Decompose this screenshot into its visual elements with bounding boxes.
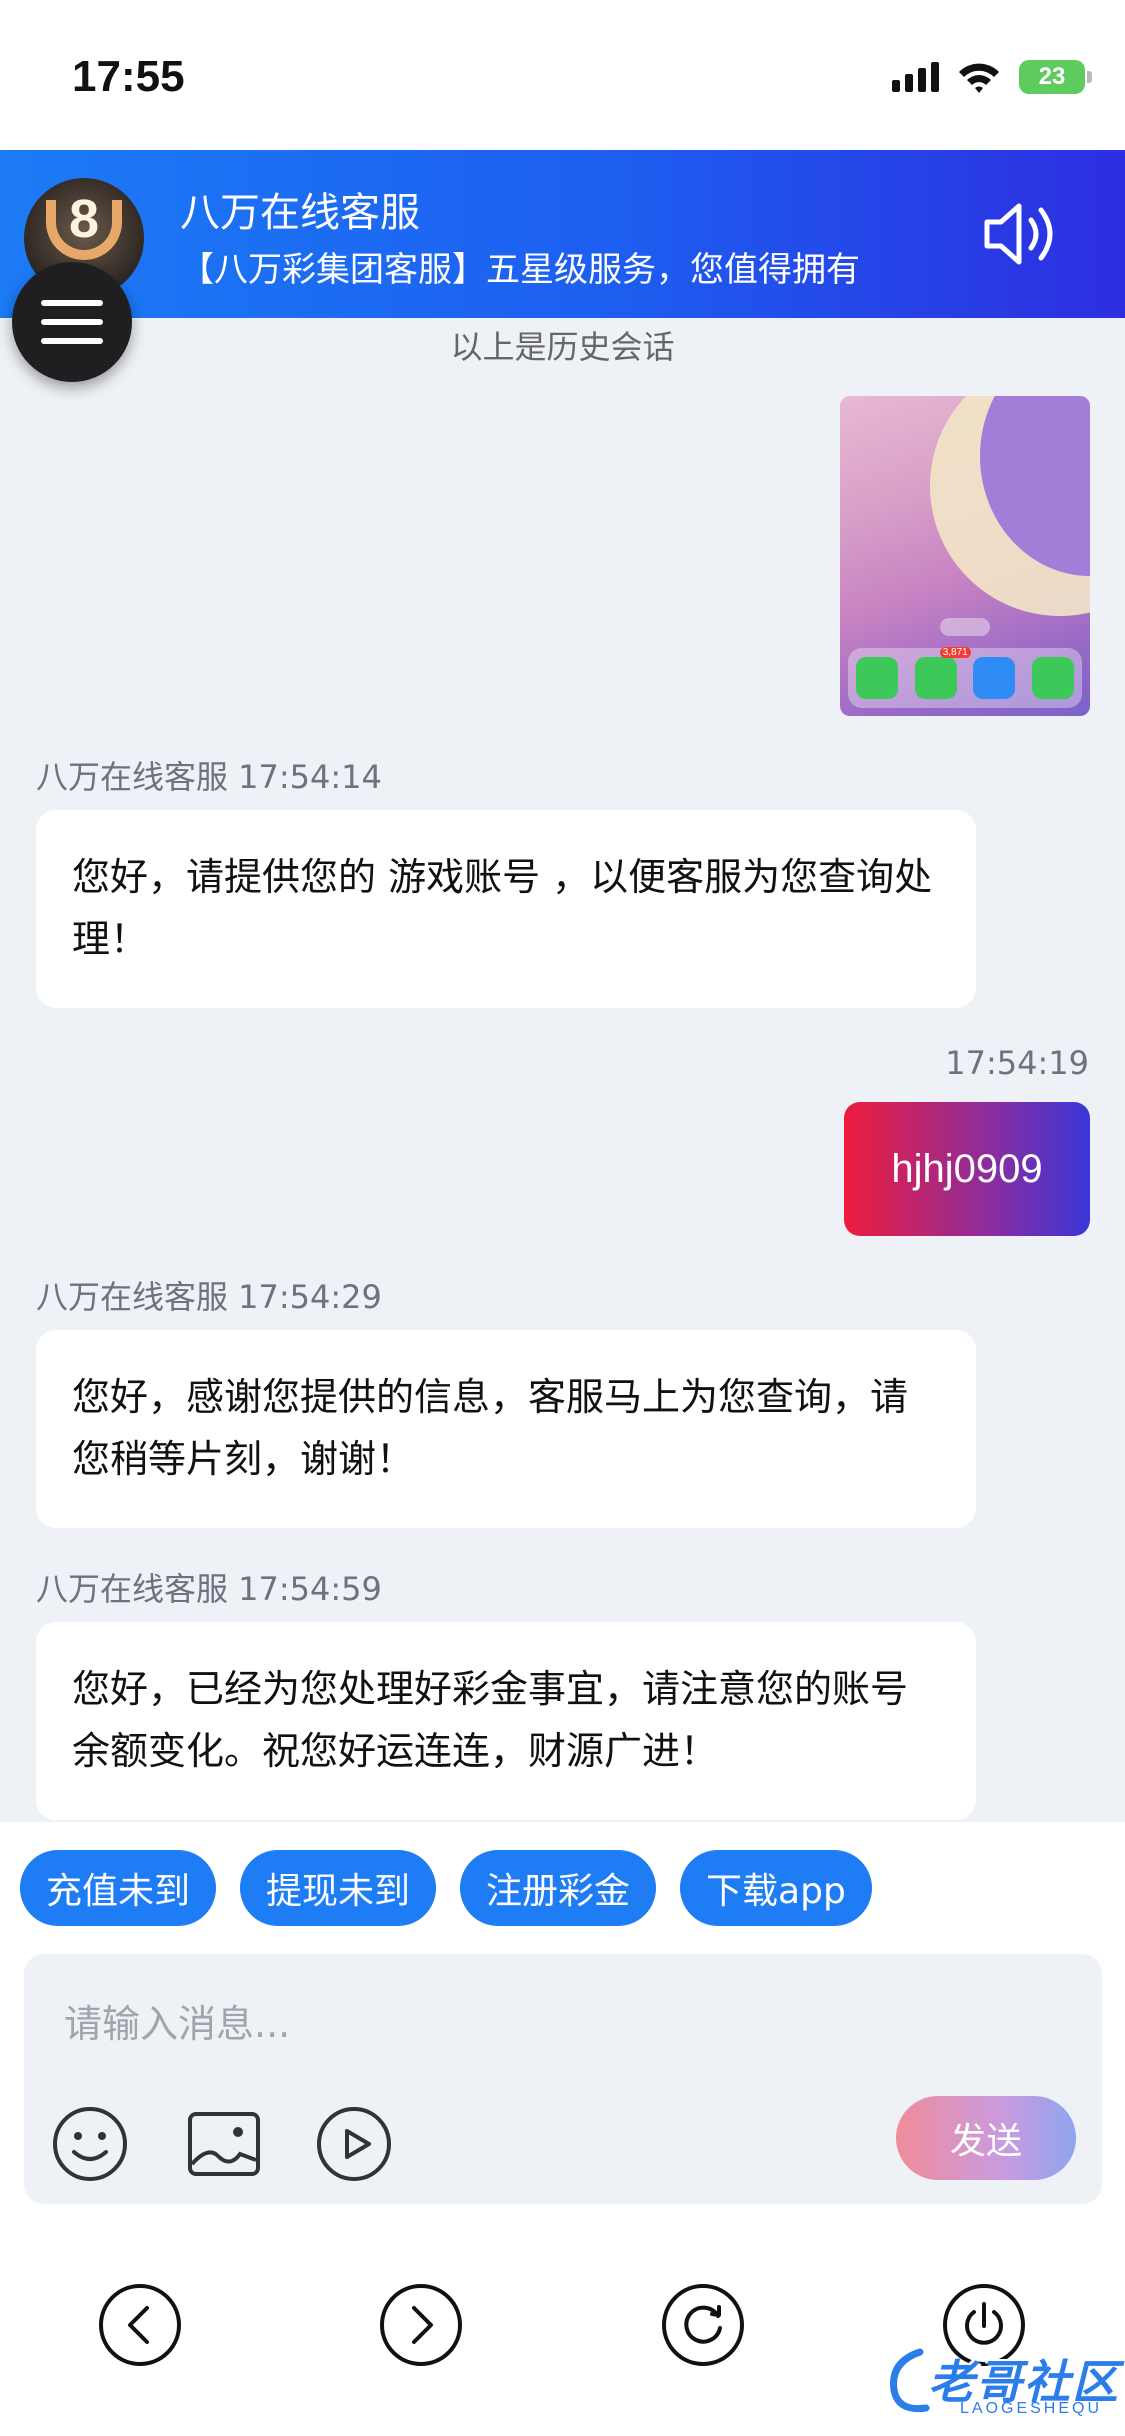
message-meta: 八万在线客服 17:54:14	[36, 758, 382, 796]
user-message: hjhj0909	[844, 1102, 1090, 1236]
send-button[interactable]: 发送	[896, 2096, 1076, 2180]
wifi-icon	[957, 60, 1001, 94]
watermark-logo: 老哥社区 LAOGESHEQU	[880, 2338, 1120, 2428]
image-icon[interactable]	[184, 2104, 264, 2184]
agent-message: 您好，请提供您的 游戏账号 ，以便客服为您查询处理！	[36, 810, 976, 1008]
facetime-app-icon	[1031, 657, 1074, 699]
quick-replies: 充值未到 提现未到 注册彩金 下载app	[20, 1850, 872, 1926]
phone-app-icon	[856, 657, 899, 699]
messages-app-icon: 3,871	[914, 647, 971, 699]
chat-header: 8 八万在线客服 【八万彩集团客服】五星级服务，您值得拥有	[0, 150, 1125, 318]
chevron-left-icon[interactable]	[97, 2282, 183, 2368]
status-time: 17:55	[72, 52, 185, 101]
message-input[interactable]	[64, 1994, 964, 2054]
page-subtitle: 【八万彩集团客服】五星级服务，您值得拥有	[180, 250, 860, 290]
message-badge: 3,871	[939, 647, 971, 658]
logo-number: 8	[68, 189, 100, 249]
quick-reply-bonus[interactable]: 注册彩金	[460, 1850, 657, 1926]
image-search-pill	[940, 618, 990, 636]
quick-reply-recharge[interactable]: 充值未到	[20, 1850, 217, 1926]
agent-message: 您好，感谢您提供的信息，客服马上为您查询，请您稍等片刻，谢谢！	[36, 1330, 976, 1528]
message-meta: 17:54:19	[945, 1044, 1089, 1082]
message-meta: 八万在线客服 17:54:29	[36, 1278, 382, 1316]
image-dock: 3,871	[848, 647, 1082, 708]
smile-icon[interactable]	[50, 2104, 130, 2184]
status-bar: 17:55 23	[0, 0, 1125, 150]
watermark-subtext: LAOGESHEQU	[960, 2400, 1103, 2417]
refresh-icon[interactable]	[660, 2282, 746, 2368]
message-composer: 发送	[24, 1954, 1102, 2204]
signal-icon	[892, 62, 939, 92]
chevron-right-icon[interactable]	[378, 2282, 464, 2368]
message-meta: 八万在线客服 17:54:59	[36, 1570, 382, 1608]
page-title: 八万在线客服	[180, 190, 420, 236]
menu-icon-line	[41, 300, 103, 306]
history-note: 以上是历史会话	[450, 328, 675, 366]
status-icons: 23	[892, 60, 1092, 94]
safari-app-icon	[973, 657, 1016, 699]
sent-image-message[interactable]: 3,871	[840, 396, 1090, 716]
play-icon[interactable]	[314, 2104, 394, 2184]
battery-icon: 23	[1019, 60, 1092, 94]
quick-reply-download[interactable]: 下载app	[680, 1850, 872, 1926]
agent-message: 您好，已经为您处理好彩金事宜，请注意您的账号余额变化。祝您好运连连，财源广进！	[36, 1622, 976, 1820]
quick-reply-withdraw[interactable]: 提现未到	[240, 1850, 437, 1926]
speaker-icon[interactable]	[981, 198, 1061, 270]
